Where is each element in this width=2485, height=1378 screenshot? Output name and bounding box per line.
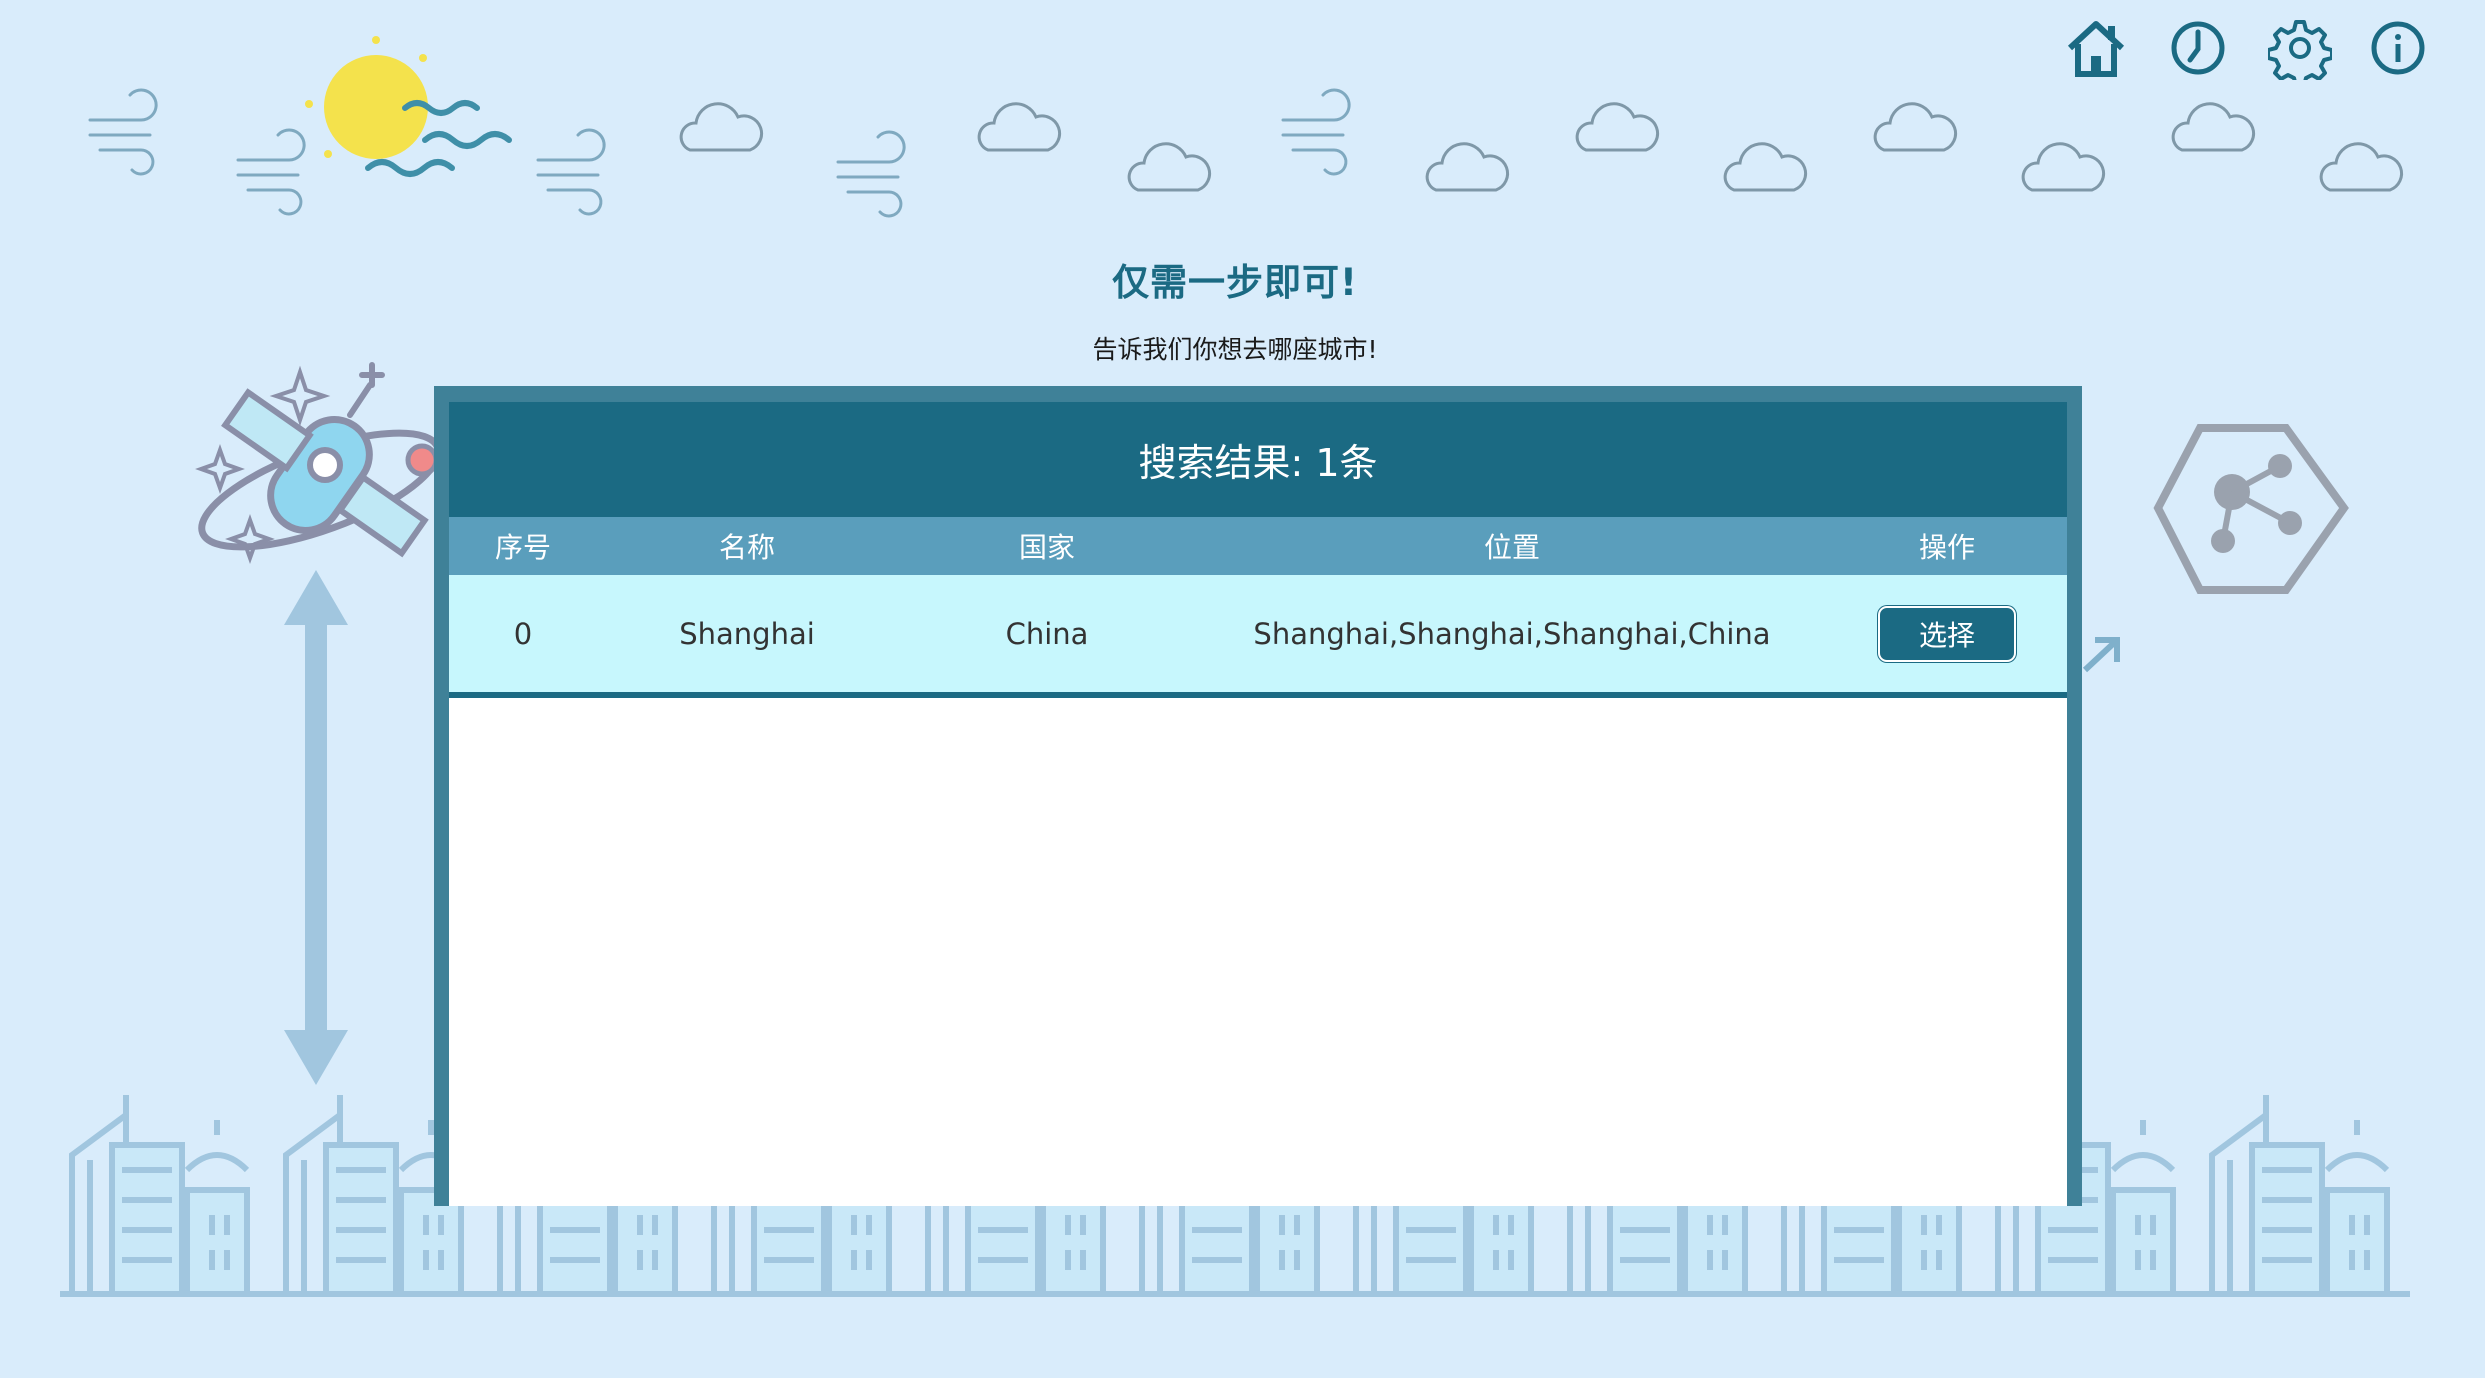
row-country: China — [1005, 616, 1089, 651]
satellite-icon — [195, 362, 442, 564]
home-icon — [2067, 21, 2125, 77]
page-subtitle: 告诉我们你想去哪座城市! — [1092, 335, 1378, 364]
sun-icon — [305, 36, 512, 177]
row-name: Shanghai — [679, 616, 815, 651]
row-location: Shanghai,Shanghai,Shanghai,China — [1253, 616, 1771, 651]
home-button[interactable] — [2064, 16, 2128, 80]
settings-button[interactable] — [2266, 16, 2334, 88]
column-name: 名称 — [718, 531, 775, 564]
column-index: 序号 — [494, 531, 551, 564]
column-location: 位置 — [1483, 531, 1540, 564]
building-shape — [184, 1152, 250, 1173]
wind-icon — [88, 88, 1351, 218]
page-title: 仅需一步即可! — [1112, 261, 1358, 304]
results-header: 搜索结果: 1条 — [449, 402, 2067, 517]
column-action: 操作 — [1918, 531, 1975, 564]
column-country: 国家 — [1018, 531, 1075, 564]
building-shape — [2324, 1152, 2390, 1173]
search-results-dialog: 搜索结果: 1条 序号 名称 国家 位置 操作 0 Shanghai China… — [434, 386, 2082, 1206]
table-row: 0 Shanghai China Shanghai,Shanghai,Shang… — [449, 575, 2067, 698]
select-button[interactable]: 选择 — [1878, 605, 2016, 662]
building-shape — [184, 1187, 250, 1297]
clock-icon — [2171, 21, 2225, 75]
cloud-icon — [679, 102, 2404, 192]
share-icon — [2153, 424, 2349, 594]
gear-icon — [2266, 20, 2334, 88]
results-table-header: 序号 名称 国家 位置 操作 — [449, 517, 2067, 575]
arrow-icon — [284, 570, 348, 1085]
row-index: 0 — [513, 616, 533, 651]
info-icon — [2371, 21, 2425, 75]
building-shape — [2324, 1187, 2390, 1297]
building-shape — [2110, 1152, 2176, 1173]
results-panel: 搜索结果: 1条 序号 名称 国家 位置 操作 0 Shanghai China… — [449, 402, 2067, 1206]
building-shape — [2110, 1187, 2176, 1297]
history-button[interactable] — [2166, 16, 2230, 80]
row-action-cell: 选择 — [1827, 575, 2067, 692]
info-button[interactable] — [2366, 16, 2430, 80]
